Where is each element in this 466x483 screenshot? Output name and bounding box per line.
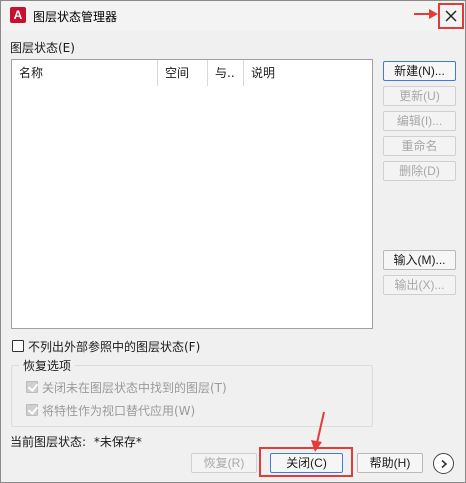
more-options-button[interactable] <box>433 453 454 474</box>
edit-button[interactable]: 编辑(I)... <box>383 111 456 131</box>
current-state-value: *未保存* <box>93 435 142 449</box>
list-header: 名称 空间 与.. 说明 <box>12 60 372 86</box>
dont-list-xref-checkbox[interactable] <box>12 340 24 352</box>
column-header-same-as-db[interactable]: 与.. <box>208 60 244 86</box>
chevron-right-icon <box>440 459 447 468</box>
title-bar: A 图层状态管理器 <box>1 1 465 31</box>
layer-states-list[interactable]: 名称 空间 与.. 说明 <box>11 59 373 329</box>
restore-button[interactable]: 恢复(R) <box>191 453 257 473</box>
column-header-description[interactable]: 说明 <box>244 60 372 86</box>
rename-button[interactable]: 重命名 <box>383 136 456 156</box>
delete-button[interactable]: 删除(D) <box>383 161 456 181</box>
viewport-override-checkbox[interactable] <box>26 404 38 416</box>
new-button[interactable]: 新建(N)... <box>383 61 456 81</box>
turn-off-layers-checkbox[interactable] <box>26 381 38 393</box>
column-header-name[interactable]: 名称 <box>12 60 158 86</box>
close-icon <box>445 10 457 22</box>
current-state-caption: 当前图层状态: <box>10 435 87 449</box>
layer-state-manager-dialog: A 图层状态管理器 图层状态(E) 名称 空间 与.. 说明 新建(N)... … <box>0 0 466 483</box>
import-button[interactable]: 输入(M)... <box>383 250 456 270</box>
autocad-app-icon: A <box>10 7 26 23</box>
close-window-button[interactable] <box>438 3 464 29</box>
layer-states-label: 图层状态(E) <box>10 41 75 55</box>
annotation-arrow-icon <box>414 9 438 19</box>
help-button[interactable]: 帮助(H) <box>357 453 423 473</box>
dont-list-xref-label[interactable]: 不列出外部参照中的图层状态(F) <box>28 338 200 355</box>
current-layer-state-label: 当前图层状态: *未保存* <box>10 433 142 450</box>
export-button[interactable]: 输出(X)... <box>383 275 456 295</box>
turn-off-layers-label[interactable]: 关闭未在图层状态中找到的图层(T) <box>42 379 227 396</box>
close-button[interactable]: 关闭(C) <box>270 453 343 473</box>
update-button[interactable]: 更新(U) <box>383 86 456 106</box>
restore-options-title: 恢复选项 <box>19 357 76 374</box>
column-header-space[interactable]: 空间 <box>158 60 208 86</box>
viewport-override-label[interactable]: 将特性作为视口替代应用(W) <box>42 402 195 419</box>
window-title: 图层状态管理器 <box>33 10 118 24</box>
